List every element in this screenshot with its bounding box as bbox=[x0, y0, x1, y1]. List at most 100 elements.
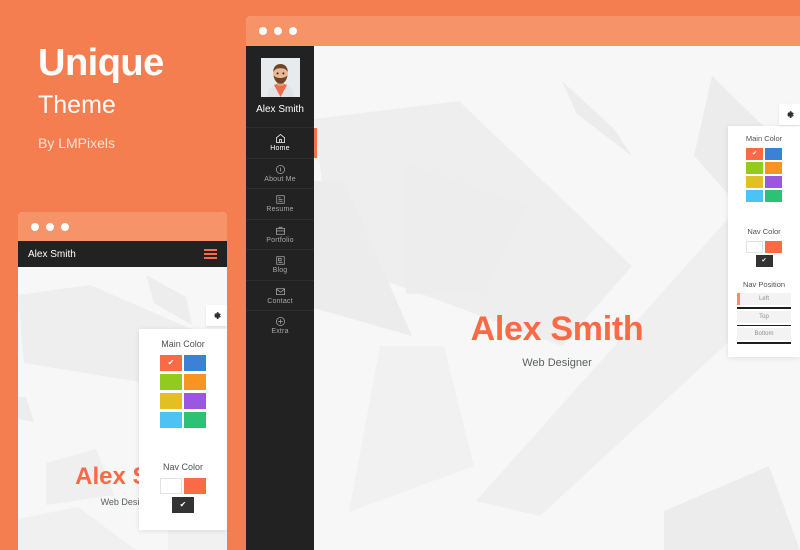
check-icon: ✔ bbox=[167, 358, 175, 367]
home-icon bbox=[275, 133, 286, 144]
desktop-window: Alex Smith Home About Me Resume Portfoli… bbox=[246, 16, 800, 550]
resume-icon bbox=[275, 194, 286, 205]
divider bbox=[737, 307, 791, 309]
color-swatch-red[interactable]: ✔ bbox=[746, 148, 763, 160]
settings-gear-button[interactable] bbox=[206, 305, 227, 326]
envelope-icon bbox=[275, 286, 286, 297]
settings-panel: Main Color ✔ Nav Color ✔ bbox=[728, 126, 800, 357]
nav-position-bottom[interactable]: Bottom bbox=[737, 328, 791, 340]
divider bbox=[737, 342, 791, 344]
nav-swatch-dark[interactable]: ✔ bbox=[172, 497, 194, 513]
sidebar-item-about-me[interactable]: About Me bbox=[246, 157, 314, 189]
desktop-content: Alex Smith Web Designer Main Color ✔ Nav… bbox=[314, 46, 800, 550]
window-close-dot[interactable] bbox=[31, 222, 39, 231]
color-swatch-red[interactable]: ✔ bbox=[160, 355, 182, 371]
nav-position-top[interactable]: Top bbox=[737, 310, 791, 323]
sidebar-item-label: Resume bbox=[266, 206, 294, 214]
mobile-titlebar bbox=[18, 212, 227, 241]
nav-swatch-white[interactable] bbox=[746, 241, 763, 253]
color-swatch-blue[interactable] bbox=[184, 355, 206, 371]
gear-icon bbox=[211, 310, 222, 321]
sidebar-item-label: About Me bbox=[264, 175, 296, 183]
hamburger-line bbox=[204, 249, 217, 251]
nav-position-label: Left bbox=[758, 296, 769, 302]
mobile-topbar: Alex Smith bbox=[18, 241, 227, 267]
window-maximize-dot[interactable] bbox=[61, 222, 69, 231]
promo-byline: By LMPixels bbox=[38, 135, 116, 151]
plus-icon bbox=[275, 316, 286, 327]
color-swatch-yellow[interactable] bbox=[746, 176, 763, 188]
window-minimize-dot[interactable] bbox=[274, 27, 282, 35]
check-icon: ✔ bbox=[179, 500, 187, 509]
divider bbox=[737, 324, 791, 326]
nav-swatch-orange[interactable] bbox=[765, 241, 782, 253]
hamburger-line bbox=[204, 253, 217, 255]
window-maximize-dot[interactable] bbox=[289, 27, 297, 35]
check-icon: ✔ bbox=[751, 151, 758, 157]
sidebar-item-resume[interactable]: Resume bbox=[246, 188, 314, 219]
mobile-brand: Alex Smith bbox=[28, 248, 76, 260]
window-minimize-dot[interactable] bbox=[46, 222, 54, 231]
sidebar-item-contact[interactable]: Contact bbox=[246, 279, 314, 311]
nav-color-title: Nav Color bbox=[747, 227, 781, 236]
hamburger-line bbox=[204, 257, 217, 259]
mobile-content: Alex Sm Web Desig Main Color ✔ Nav Color… bbox=[18, 267, 227, 550]
mobile-window: Alex Smith Alex Sm Web Desig Main Color … bbox=[18, 212, 227, 550]
nav-position-title: Nav Position bbox=[742, 280, 786, 289]
main-color-swatches: ✔ bbox=[737, 148, 791, 218]
color-swatch-green[interactable] bbox=[184, 412, 206, 428]
color-swatch-empty bbox=[172, 431, 194, 447]
check-icon: ✔ bbox=[761, 258, 767, 264]
color-swatch-light-blue[interactable] bbox=[746, 190, 763, 202]
hero-role: Web Designer bbox=[522, 357, 592, 369]
avatar-image bbox=[260, 58, 300, 97]
main-color-title: Main Color bbox=[745, 134, 783, 143]
sidebar-item-label: Contact bbox=[267, 297, 293, 305]
sidebar-item-home[interactable]: Home bbox=[246, 127, 317, 158]
profile-name: Alex Smith bbox=[256, 104, 304, 115]
color-swatch-yellow[interactable] bbox=[160, 393, 182, 409]
nav-swatch-white[interactable] bbox=[160, 478, 182, 494]
blog-icon bbox=[275, 255, 286, 266]
sidebar-item-label: Portfolio bbox=[266, 236, 294, 244]
avatar bbox=[260, 58, 300, 97]
nav-position-label: Bottom bbox=[754, 331, 774, 337]
nav-color-title: Nav Color bbox=[162, 462, 203, 472]
nav-position-label: Top bbox=[759, 313, 769, 320]
color-swatch-purple[interactable] bbox=[184, 393, 206, 409]
sidebar-item-label: Extra bbox=[271, 328, 289, 336]
promo-subtitle: Theme bbox=[38, 91, 116, 119]
color-swatch-lime[interactable] bbox=[160, 374, 182, 390]
sidebar: Alex Smith Home About Me Resume Portfoli… bbox=[246, 46, 317, 550]
nav-position-options: Left Top Bottom bbox=[737, 293, 791, 346]
gear-icon bbox=[784, 109, 795, 120]
sidebar-item-label: Home bbox=[270, 145, 290, 153]
promo-title: Unique bbox=[38, 42, 164, 84]
sidebar-nav: Home About Me Resume Portfolio Blog Cont… bbox=[246, 127, 317, 341]
hamburger-icon[interactable] bbox=[204, 249, 217, 259]
color-swatch-green[interactable] bbox=[765, 190, 782, 202]
nav-color-swatches: ✔ bbox=[737, 241, 791, 269]
color-swatch-lime[interactable] bbox=[746, 162, 763, 174]
main-color-swatches: ✔ bbox=[150, 355, 216, 450]
sidebar-item-extra[interactable]: Extra bbox=[246, 310, 314, 341]
color-swatch-orange[interactable] bbox=[765, 162, 782, 174]
settings-panel: Main Color ✔ Nav Color ✔ bbox=[139, 329, 227, 530]
briefcase-icon bbox=[275, 225, 286, 236]
sidebar-item-portfolio[interactable]: Portfolio bbox=[246, 218, 314, 250]
window-close-dot[interactable] bbox=[259, 27, 267, 35]
color-swatch-blue[interactable] bbox=[765, 148, 782, 160]
mobile-window-controls bbox=[18, 212, 227, 241]
sidebar-item-blog[interactable]: Blog bbox=[246, 249, 314, 280]
nav-swatch-orange[interactable] bbox=[184, 478, 206, 494]
nav-swatch-dark[interactable]: ✔ bbox=[755, 255, 773, 267]
color-swatch-light-blue[interactable] bbox=[160, 412, 182, 428]
color-swatch-empty bbox=[756, 204, 773, 216]
desktop-window-controls bbox=[246, 16, 800, 46]
promo-block: Unique Theme By LMPixels bbox=[38, 44, 238, 151]
color-swatch-orange[interactable] bbox=[184, 374, 206, 390]
settings-gear-button[interactable] bbox=[779, 104, 800, 125]
color-swatch-purple[interactable] bbox=[765, 176, 782, 188]
desktop-body: Alex Smith Home About Me Resume Portfoli… bbox=[246, 46, 800, 550]
nav-position-left[interactable]: Left bbox=[737, 293, 791, 305]
